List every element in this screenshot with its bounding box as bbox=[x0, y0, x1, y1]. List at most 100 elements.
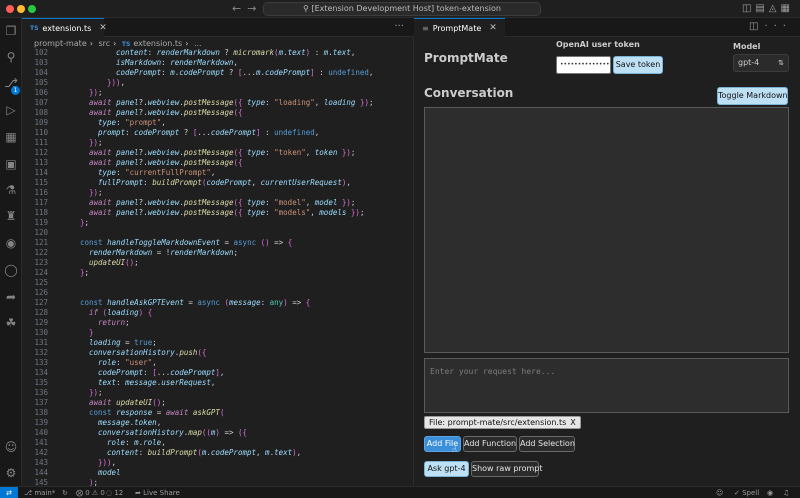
live-share-indicator[interactable]: ➦ Live Share bbox=[135, 488, 180, 498]
search-icon[interactable]: ⚲ bbox=[4, 50, 18, 64]
remote-indicator-icon[interactable]: ⇄ bbox=[0, 487, 18, 498]
close-tab-icon[interactable]: ✕ bbox=[489, 23, 497, 33]
testing-icon[interactable]: ⚗ bbox=[4, 183, 18, 197]
code-line[interactable]: 126 bbox=[22, 288, 414, 298]
code-line[interactable]: 112 await panel?.webview.postMessage({ ty… bbox=[22, 148, 414, 158]
breadcrumb-item[interactable]: prompt-mate bbox=[34, 39, 87, 48]
code-line[interactable]: 123 updateUI(); bbox=[22, 258, 414, 268]
code-line[interactable]: 116}); bbox=[22, 188, 414, 198]
code-line[interactable]: 107 await panel?.webview.postMessage({ ty… bbox=[22, 98, 414, 108]
timeline-icon[interactable]: ☘ bbox=[4, 316, 18, 330]
add-selection-button[interactable]: Add Selection bbox=[519, 436, 575, 452]
code-line[interactable]: 115 fullPrompt: buildPrompt(codePrompt, c… bbox=[22, 178, 414, 188]
code-line[interactable]: 114 type: "currentFullPrompt", bbox=[22, 168, 414, 178]
code-line[interactable]: 132 conversationHistory.push({ bbox=[22, 348, 414, 358]
tab-promptmate[interactable]: ≡ PromptMate ✕ bbox=[414, 18, 505, 37]
code-line[interactable]: 125 bbox=[22, 278, 414, 288]
run-debug-icon[interactable]: ▷ bbox=[4, 103, 18, 117]
toggle-panel-icon[interactable]: ▤ bbox=[755, 3, 768, 14]
back-arrow-icon[interactable]: ← bbox=[232, 2, 247, 15]
forward-arrow-icon[interactable]: → bbox=[247, 2, 262, 15]
code-line[interactable]: 135 text: message.userRequest, bbox=[22, 378, 414, 388]
add-function-button[interactable]: Add Function bbox=[463, 436, 517, 452]
remote-explorer-icon[interactable]: ▣ bbox=[4, 157, 18, 171]
code-editor[interactable]: 102 content: renderMarkdown ? micromark(m… bbox=[22, 48, 414, 486]
code-line[interactable]: 118 await panel?.webview.postMessage({ ty… bbox=[22, 208, 414, 218]
docker-icon[interactable]: ♜ bbox=[4, 209, 18, 223]
code-line[interactable]: 127 const handleAskGPTEvent = async (mess… bbox=[22, 298, 414, 308]
tab-extension-ts[interactable]: TS extension.ts ✕ bbox=[22, 18, 107, 37]
token-input[interactable]: •••••••••••••••••• bbox=[556, 56, 611, 74]
copilot-status-icon[interactable]: ◉ bbox=[767, 488, 773, 498]
command-center[interactable]: ⚲ [Extension Development Host] token-ext… bbox=[263, 2, 541, 16]
breadcrumb-item[interactable]: src bbox=[98, 39, 110, 48]
code-line[interactable]: 128 if (loading) { bbox=[22, 308, 414, 318]
code-line[interactable]: 108 await panel?.webview.postMessage({ bbox=[22, 108, 414, 118]
problems-indicator[interactable]: ⨂ 0 ⚠ 0 bbox=[76, 488, 105, 498]
more-actions-icon[interactable]: ··· bbox=[764, 21, 792, 32]
ports-indicator[interactable]: ◌ 12 bbox=[106, 488, 123, 498]
code-line[interactable]: 144 model bbox=[22, 468, 414, 478]
code-line[interactable]: 129 return; bbox=[22, 318, 414, 328]
more-actions-icon[interactable]: ··· bbox=[394, 21, 404, 32]
code-line[interactable]: 131 loading = true; bbox=[22, 338, 414, 348]
save-token-button[interactable]: Save token bbox=[613, 56, 663, 74]
code-line[interactable]: 102 content: renderMarkdown ? micromark(m… bbox=[22, 48, 414, 58]
code-line[interactable]: 117 await panel?.webview.postMessage({ ty… bbox=[22, 198, 414, 208]
code-line[interactable]: 140 conversationHistory.map((m) => ({ bbox=[22, 428, 414, 438]
explorer-icon[interactable]: ❐ bbox=[4, 24, 18, 38]
code-line[interactable]: 111}); bbox=[22, 138, 414, 148]
maximize-window-button[interactable] bbox=[28, 5, 36, 13]
code-line[interactable]: 143})), bbox=[22, 458, 414, 468]
sync-icon[interactable]: ↻ bbox=[62, 488, 68, 498]
code-line[interactable]: 110 prompt: codePrompt ? [...codePrompt] … bbox=[22, 128, 414, 138]
close-window-button[interactable] bbox=[6, 5, 14, 13]
code-line[interactable]: 106}); bbox=[22, 88, 414, 98]
toggle-markdown-button[interactable]: Toggle Markdown bbox=[717, 87, 788, 105]
code-line[interactable]: 134 codePrompt: [...codePrompt], bbox=[22, 368, 414, 378]
breadcrumb-item[interactable]: ... bbox=[194, 39, 202, 48]
code-line[interactable]: 137 await updateUI(); bbox=[22, 398, 414, 408]
close-tab-icon[interactable]: ✕ bbox=[99, 23, 107, 33]
notifications-bell-icon[interactable]: ♫ bbox=[783, 488, 789, 498]
code-line[interactable]: 119}; bbox=[22, 218, 414, 228]
code-line[interactable]: 122 renderMarkdown = !renderMarkdown; bbox=[22, 248, 414, 258]
code-line[interactable]: 139 message.token, bbox=[22, 418, 414, 428]
extensions-icon[interactable]: ▦ bbox=[4, 130, 18, 144]
code-line[interactable]: 103 isMarkdown: renderMarkdown, bbox=[22, 58, 414, 68]
code-line[interactable]: 145); bbox=[22, 478, 414, 486]
code-line[interactable]: 109 type: "prompt", bbox=[22, 118, 414, 128]
branch-indicator[interactable]: ⎇ main* bbox=[24, 488, 55, 498]
live-share-icon[interactable]: ➦ bbox=[4, 290, 18, 304]
conversation-view[interactable] bbox=[424, 107, 789, 353]
code-line[interactable]: 113 await panel?.webview.postMessage({ bbox=[22, 158, 414, 168]
toggle-primary-sidebar-icon[interactable]: ◫ bbox=[742, 3, 755, 14]
code-line[interactable]: 136}); bbox=[22, 388, 414, 398]
code-line[interactable]: 142 content: buildPrompt(m.codePrompt, m.… bbox=[22, 448, 414, 458]
code-line[interactable]: 138 const response = await askGPT( bbox=[22, 408, 414, 418]
spell-indicator[interactable]: ✓ Spell bbox=[734, 488, 759, 498]
show-raw-prompt-button[interactable]: Show raw prompt bbox=[471, 461, 543, 477]
accounts-icon[interactable]: ☺ bbox=[716, 488, 723, 498]
model-select[interactable]: gpt-4 ⇅ bbox=[733, 54, 789, 72]
code-line[interactable]: 141 role: m.role, bbox=[22, 438, 414, 448]
github-icon[interactable]: ◯ bbox=[4, 263, 18, 277]
toggle-secondary-sidebar-icon[interactable]: ◬ bbox=[769, 3, 781, 14]
minimize-window-button[interactable] bbox=[17, 5, 25, 13]
code-line[interactable]: 121 const handleToggleMarkdownEvent = asy… bbox=[22, 238, 414, 248]
ask-gpt-button[interactable]: Ask gpt-4 bbox=[424, 461, 469, 477]
code-line[interactable]: 124}; bbox=[22, 268, 414, 278]
customize-layout-icon[interactable]: ▦ bbox=[781, 3, 794, 14]
code-line[interactable]: 133 role: "user", bbox=[22, 358, 414, 368]
breadcrumb-item[interactable]: extension.ts bbox=[133, 39, 182, 48]
code-line[interactable]: 120 bbox=[22, 228, 414, 238]
code-line[interactable]: 105})), bbox=[22, 78, 414, 88]
split-editor-icon[interactable]: ◫ bbox=[749, 21, 764, 32]
settings-gear-icon[interactable]: ⚙ bbox=[4, 466, 18, 480]
account-icon[interactable]: ☺ bbox=[4, 440, 18, 454]
copilot-icon[interactable]: ◉ bbox=[4, 236, 18, 250]
code-line[interactable]: 130} bbox=[22, 328, 414, 338]
request-input[interactable]: Enter your request here... bbox=[424, 358, 789, 413]
remove-file-button[interactable]: X bbox=[570, 418, 575, 427]
code-line[interactable]: 104 codePrompt: m.codePrompt ? [...m.code… bbox=[22, 68, 414, 78]
